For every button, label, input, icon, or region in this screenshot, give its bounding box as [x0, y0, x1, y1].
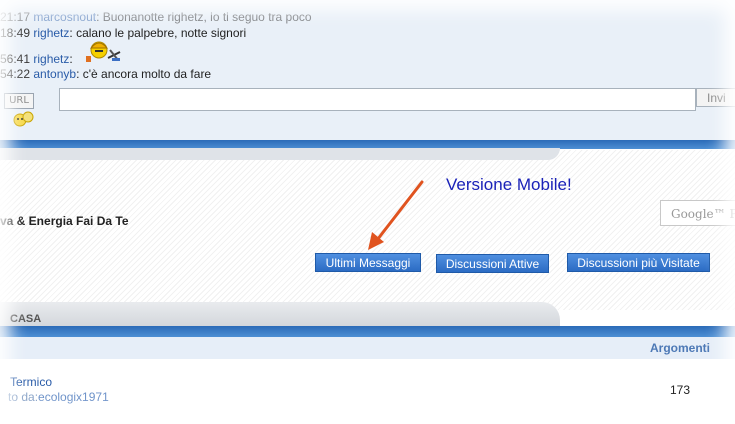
google-search-box[interactable]: Google™ P [660, 200, 735, 226]
site-title: va & Energia Fai Da Te [0, 214, 129, 228]
chat-user-link[interactable]: antonyb [33, 67, 76, 81]
nav-button-active-discussions[interactable]: Discussioni Attive [436, 254, 549, 273]
chat-text: : c'è ancora molto da fare [76, 67, 212, 81]
column-header-topics: Argomenti [650, 341, 710, 355]
chat-message: 18:49 righetz: calano le palpebre, notte… [0, 26, 246, 40]
table-header [0, 337, 735, 359]
chat-message: 56:41 righetz: [0, 52, 73, 66]
chat-user-link[interactable]: righetz [33, 26, 69, 40]
forum-title-link[interactable]: Termico [10, 375, 52, 389]
chat-user-link[interactable]: righetz [33, 52, 69, 66]
annotation-arrow-icon [368, 180, 424, 250]
category-label[interactable]: CASA [10, 313, 41, 325]
chat-time: 21:17 [0, 10, 31, 24]
header-top-tab [0, 148, 560, 160]
google-brand-tail: P [729, 207, 735, 221]
construction-worker-smiley-icon [86, 41, 121, 62]
chat-time: 56:41 [0, 52, 31, 66]
nav-button-latest-posts[interactable]: Ultimi Messaggi [315, 253, 421, 272]
category-bar [0, 326, 735, 337]
mobile-version-annotation: Versione Mobile! [446, 175, 572, 194]
category-tab [0, 302, 560, 326]
chat-time: 54:22 [0, 67, 31, 81]
chat-message: 54:22 antonyb: c'è ancora molto da fare [0, 67, 211, 81]
moderator-user-link[interactable]: ecologix1971 [38, 390, 109, 404]
url-button[interactable]: URL [4, 93, 34, 109]
chat-user-link[interactable]: marcosnout [33, 10, 96, 24]
topics-count: 173 [670, 383, 691, 397]
chat-text: : [69, 52, 73, 66]
send-button[interactable]: Invi [696, 88, 735, 107]
emoticon-picker-icon[interactable] [12, 110, 36, 128]
chat-text: : Buonanotte righetz, io ti seguo tra po… [96, 10, 312, 24]
google-brand-text: Google™ [671, 207, 726, 221]
moderator-prefix: to da: [8, 390, 39, 404]
chat-time: 18:49 [0, 26, 31, 40]
nav-button-most-visited[interactable]: Discussioni più Visitate [567, 253, 710, 272]
forum-moderator-line: to da:ecologix1971 [8, 390, 109, 404]
shoutbox-message-input[interactable] [59, 88, 696, 111]
chat-message: 21:17 marcosnout: Buonanotte righetz, io… [0, 10, 312, 24]
